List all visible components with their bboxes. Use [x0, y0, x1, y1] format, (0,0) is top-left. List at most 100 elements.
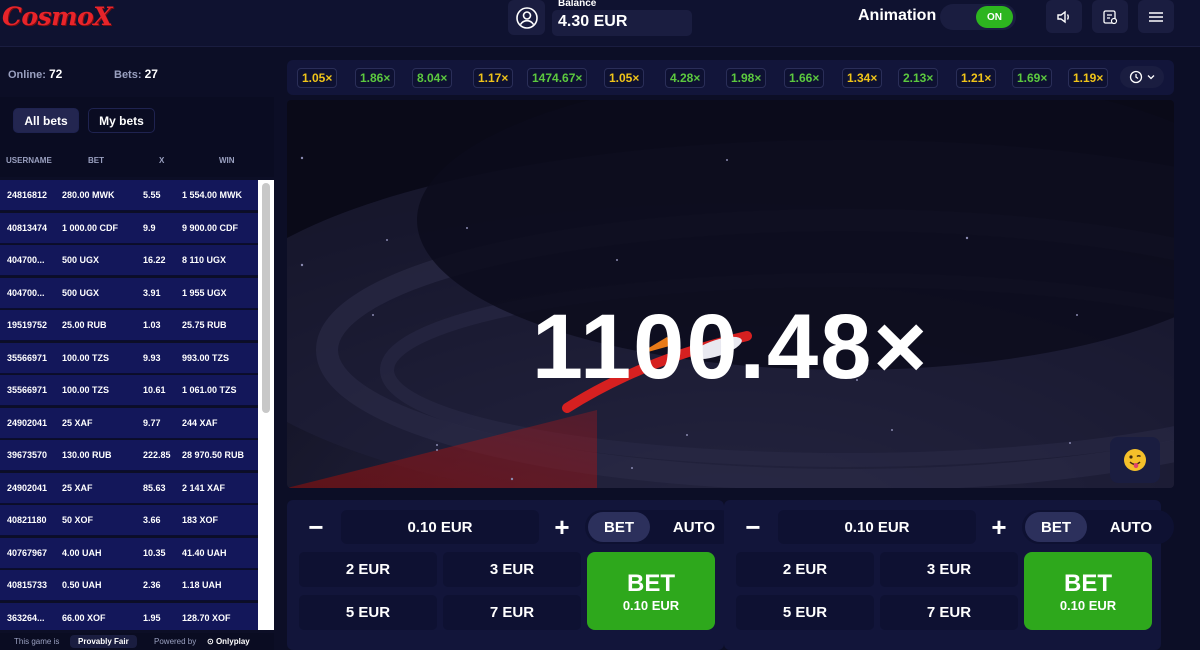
quick-bet-button[interactable]: 2 EUR: [736, 552, 874, 587]
animation-toggle-state: ON: [976, 6, 1013, 28]
cell-x: 1.03: [143, 320, 161, 330]
sound-button[interactable]: [1046, 0, 1082, 33]
decrease-bet-button[interactable]: −: [299, 512, 333, 542]
table-row: 404700... 500 UGX 3.91 1 955 UGX: [0, 277, 258, 309]
cell-bet: 25 XAF: [62, 482, 93, 493]
mode-auto-tab[interactable]: AUTO: [655, 512, 733, 542]
history-chip[interactable]: 1.17×: [473, 68, 514, 88]
cell-win: 28 970.50 RUB: [182, 450, 245, 460]
history-chip[interactable]: 4.28×: [665, 68, 706, 88]
rules-icon: [1103, 9, 1118, 24]
history-chip[interactable]: 1.66×: [784, 68, 825, 88]
emoji-button[interactable]: [1110, 437, 1160, 483]
mode-bet-tab[interactable]: BET: [588, 512, 650, 542]
history-chip[interactable]: 1474.67×: [527, 68, 588, 88]
quick-bet-button[interactable]: 3 EUR: [880, 552, 1018, 587]
cell-username: 40767967: [7, 547, 48, 558]
table-row: 24902041 25 XAF 85.63 2 141 XAF: [0, 472, 258, 504]
tab-all-bets[interactable]: All bets: [13, 108, 79, 133]
cell-win: 9 900.00 CDF: [182, 222, 239, 233]
history-chip[interactable]: 1.05×: [297, 68, 338, 88]
cell-x: 1.95: [143, 612, 161, 623]
space-scene: [287, 100, 1174, 488]
place-bet-button[interactable]: BET 0.10 EUR: [1024, 552, 1152, 630]
history-chip[interactable]: 1.34×: [842, 68, 883, 88]
current-multiplier: 1100.48×: [531, 296, 930, 398]
tab-my-bets[interactable]: My bets: [88, 108, 155, 133]
mode-auto-tab[interactable]: AUTO: [1092, 512, 1170, 542]
cell-win: 1 061.00 TZS: [182, 385, 237, 395]
cell-username: 24902041: [7, 482, 48, 493]
speaker-icon: [1057, 10, 1069, 23]
table-row: 40813474 1 000.00 CDF 9.9 9 900.00 CDF: [0, 212, 258, 244]
provider-logo: ⊙ Onlyplay: [207, 637, 250, 646]
bet-amount-input[interactable]: 0.10 EUR: [778, 510, 976, 544]
table-row: 40767967 4.00 UAH 10.35 41.40 UAH: [0, 537, 258, 569]
cell-username: 40813474: [7, 222, 48, 233]
footer-text: This game is: [14, 637, 60, 646]
history-chip[interactable]: 1.19×: [1068, 68, 1109, 88]
quick-bet-button[interactable]: 7 EUR: [880, 595, 1018, 630]
cell-username: 40821180: [7, 515, 47, 525]
history-chip[interactable]: 1.05×: [604, 68, 645, 88]
menu-button[interactable]: [1138, 0, 1174, 33]
bets-label: Bets:: [114, 69, 142, 81]
history-button[interactable]: [1120, 66, 1164, 88]
place-bet-button[interactable]: BET 0.10 EUR: [587, 552, 715, 630]
table-row: 19519752 25.00 RUB 1.03 25.75 RUB: [0, 310, 258, 341]
cell-username: 24816812: [7, 190, 48, 200]
bets-tabs: All bets My bets: [0, 97, 274, 145]
cell-username: 363264...: [7, 612, 45, 623]
bet-mode-switch: BET AUTO: [585, 510, 737, 544]
increase-bet-button[interactable]: +: [982, 512, 1016, 542]
history-chip[interactable]: 1.69×: [1012, 68, 1053, 88]
history-chip[interactable]: 1.86×: [355, 68, 396, 88]
cell-x: 16.22: [143, 255, 166, 265]
cell-x: 9.93: [143, 352, 161, 363]
quick-bet-button[interactable]: 5 EUR: [736, 595, 874, 630]
cell-username: 40815733: [7, 580, 48, 590]
logo: CosmoX: [2, 2, 113, 31]
cell-x: 9.9: [143, 222, 156, 233]
cell-win: 1 554.00 MWK: [182, 190, 243, 200]
quick-bet-button[interactable]: 3 EUR: [443, 552, 581, 587]
decrease-bet-button[interactable]: −: [736, 512, 770, 542]
mode-bet-tab[interactable]: BET: [1025, 512, 1087, 542]
online-stats: Online: 72 Bets: 27: [0, 47, 274, 97]
table-row: 404700... 500 UGX 16.22 8 110 UGX: [0, 245, 258, 276]
table-row: 40815733 0.50 UAH 2.36 1.18 UAH: [0, 570, 258, 601]
cell-bet: 66.00 XOF: [62, 612, 106, 623]
bets-table-header: USERNAME BET X WIN: [0, 145, 274, 177]
cell-bet: 50 XOF: [62, 515, 94, 525]
provably-fair-button[interactable]: Provably Fair: [70, 635, 137, 648]
rules-button[interactable]: [1092, 0, 1128, 33]
cell-username: 404700...: [7, 287, 45, 298]
history-chip[interactable]: 8.04×: [412, 68, 453, 88]
online-count: Online: 72: [8, 67, 62, 81]
history-chip[interactable]: 2.13×: [898, 68, 939, 88]
online-value: 72: [48, 67, 63, 81]
clock-icon: [1129, 70, 1143, 84]
increase-bet-button[interactable]: +: [545, 512, 579, 542]
cell-bet: 130.00 RUB: [62, 450, 112, 460]
cell-username: 35566971: [7, 385, 48, 395]
cell-x: 9.77: [143, 417, 161, 428]
profile-button[interactable]: [508, 0, 545, 35]
place-bet-label: BET: [627, 569, 675, 597]
cell-win: 128.70 XOF: [182, 612, 231, 623]
quick-bet-button[interactable]: 5 EUR: [299, 595, 437, 630]
place-bet-label: BET: [1064, 569, 1112, 597]
col-x: X: [159, 156, 165, 165]
quick-bet-button[interactable]: 7 EUR: [443, 595, 581, 630]
cell-bet: 100.00 TZS: [62, 385, 110, 395]
cell-x: 3.66: [143, 515, 161, 525]
bet-amount-input[interactable]: 0.10 EUR: [341, 510, 539, 544]
table-row: 363264... 66.00 XOF 1.95 128.70 XOF: [0, 602, 258, 630]
quick-bet-button[interactable]: 2 EUR: [299, 552, 437, 587]
history-chip[interactable]: 1.98×: [726, 68, 767, 88]
animation-toggle[interactable]: ON: [940, 4, 1016, 30]
history-chip[interactable]: 1.21×: [956, 68, 997, 88]
bets-scroll-thumb[interactable]: [262, 183, 270, 413]
cell-bet: 500 UGX: [62, 255, 100, 265]
place-bet-amount: 0.10 EUR: [1059, 597, 1117, 613]
